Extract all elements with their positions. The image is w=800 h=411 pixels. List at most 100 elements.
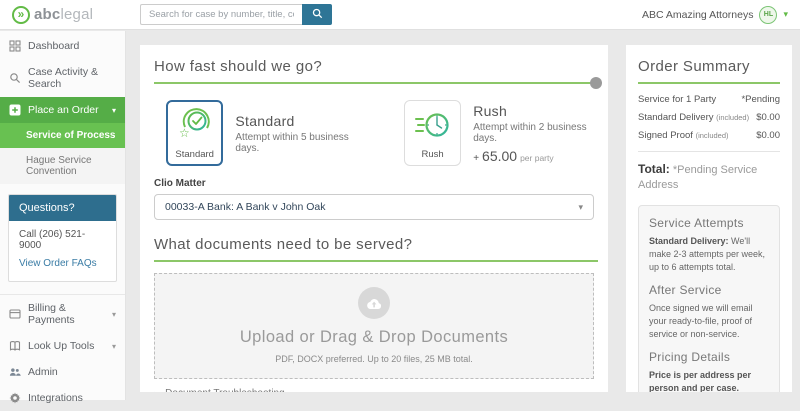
pricing-details-title: Pricing Details <box>649 350 769 364</box>
pricing-details-text: Price is per address per person and per … <box>649 369 769 392</box>
troubleshooting-label: Document Troubleshooting <box>165 388 285 392</box>
dashboard-icon <box>9 40 21 52</box>
sidebar-item-look-up-tools[interactable]: Look Up Tools ▾ <box>0 333 125 359</box>
document-dropzone[interactable]: Upload or Drag & Drop Documents PDF, DOC… <box>154 273 594 379</box>
clio-matter-select[interactable]: 00033-A Bank: A Bank v John Oak ▾ <box>154 194 594 220</box>
rush-card[interactable]: Rush <box>404 100 461 166</box>
view-order-faqs-link[interactable]: View Order FAQs <box>19 258 97 269</box>
summary-note: (included) <box>716 113 749 122</box>
speed-options: ☆ Standard Standard Attempt within 5 bus… <box>166 100 594 166</box>
avatar: HL <box>759 6 777 24</box>
sidebar-label: Look Up Tools <box>28 340 94 352</box>
rush-clock-icon <box>414 107 452 148</box>
plus-square-icon <box>9 104 21 116</box>
search-icon <box>312 7 323 22</box>
sidebar-item-case-activity[interactable]: Case Activity & Search <box>0 59 125 97</box>
people-icon <box>9 366 21 378</box>
top-header: » abclegal ABC Amazing Attorneys HL ▾ <box>0 0 800 30</box>
sidebar-item-hague-service-convention[interactable]: Hague Service Convention <box>0 148 125 184</box>
service-info-box: Service Attempts Standard Delivery: We'l… <box>638 205 780 392</box>
speed-option-standard[interactable]: ☆ Standard Standard Attempt within 5 bus… <box>166 100 356 166</box>
logo-chevrons-icon: » <box>12 6 30 24</box>
order-total: Total: *Pending Service Address <box>638 151 780 193</box>
service-attempts-text: Standard Delivery: We'll make 2-3 attemp… <box>649 235 769 274</box>
sidebar-label: Service of Process <box>26 130 116 141</box>
standard-card-label: Standard <box>175 149 214 160</box>
sidebar-label: Admin <box>28 366 58 378</box>
sidebar-item-billing-payments[interactable]: Billing & Payments ▾ <box>0 294 125 333</box>
main-area: How fast should we go? <box>126 31 609 400</box>
after-service-text: Once signed we will email your ready-to-… <box>649 302 769 341</box>
logo-text-abc: abc <box>34 6 60 23</box>
total-label: Total: <box>638 162 670 176</box>
sidebar-label: Hague Service Convention <box>26 155 116 177</box>
sidebar-item-admin[interactable]: Admin <box>0 359 125 385</box>
summary-value: *Pending <box>741 94 780 105</box>
chevron-down-icon: ▾ <box>112 310 116 319</box>
section-divider <box>154 260 598 262</box>
sidebar: Dashboard Case Activity & Search Place a… <box>0 31 126 400</box>
service-attempts-title: Service Attempts <box>649 216 769 230</box>
sidebar-label: Place an Order <box>28 104 99 116</box>
account-menu[interactable]: ABC Amazing Attorneys HL ▾ <box>642 6 788 24</box>
summary-row: Signed Proof (included) $0.00 <box>638 130 780 141</box>
rush-price-value: 65.00 <box>482 148 517 164</box>
order-summary-panel: Order Summary Service for 1 Party *Pendi… <box>626 45 792 392</box>
sidebar-item-dashboard[interactable]: Dashboard <box>0 33 125 59</box>
app: » abclegal ABC Amazing Attorneys HL ▾ <box>0 0 800 400</box>
logo-text-legal: legal <box>60 6 93 23</box>
questions-title: Questions? <box>9 195 116 221</box>
documents-section-title: What documents need to be served? <box>154 236 594 253</box>
sidebar-item-service-of-process[interactable]: Service of Process <box>0 123 125 148</box>
upload-title: Upload or Drag & Drop Documents <box>155 328 593 347</box>
summary-value: $0.00 <box>756 112 780 123</box>
sidebar-item-integrations[interactable]: Integrations <box>0 385 125 411</box>
sidebar-label: Dashboard <box>28 40 79 52</box>
summary-row: Standard Delivery (included) $0.00 <box>638 112 780 123</box>
rush-card-label: Rush <box>422 149 444 160</box>
service-attempts-bold: Standard Delivery: <box>649 236 729 246</box>
rush-title: Rush <box>473 103 594 119</box>
chevron-down-icon: ▾ <box>112 106 116 115</box>
summary-value: $0.00 <box>756 130 780 141</box>
upload-cloud-icon <box>358 287 390 319</box>
standard-clock-icon: ☆ <box>176 107 214 148</box>
sidebar-label: Integrations <box>28 392 83 404</box>
after-service-title: After Service <box>649 283 769 297</box>
standard-title: Standard <box>235 113 356 129</box>
chevron-down-icon: ▾ <box>112 342 116 351</box>
search-button[interactable] <box>302 4 332 25</box>
questions-phone: Call (206) 521-9000 <box>19 229 106 251</box>
questions-card: Questions? Call (206) 521-9000 View Orde… <box>8 194 117 282</box>
scroll-dot <box>590 77 602 89</box>
search-icon <box>9 72 21 84</box>
gear-icon <box>9 392 21 404</box>
book-icon <box>9 340 21 352</box>
section-divider <box>638 82 780 84</box>
standard-card[interactable]: ☆ Standard <box>166 100 223 166</box>
clio-matter-field: Clio Matter 00033-A Bank: A Bank v John … <box>154 178 594 220</box>
rush-price-prefix: + <box>473 153 479 164</box>
chevron-down-icon: ▾ <box>578 202 583 213</box>
summary-row: Service for 1 Party *Pending <box>638 94 780 105</box>
case-search <box>140 4 332 25</box>
document-troubleshooting-link[interactable]: ▶ Document Troubleshooting <box>154 388 594 392</box>
speed-option-rush[interactable]: Rush Rush Attempt within 2 business days… <box>404 100 594 166</box>
standard-description: Attempt within 5 business days. <box>235 132 356 154</box>
abclegal-logo[interactable]: » abclegal <box>12 6 130 24</box>
summary-label: Service for 1 Party <box>638 94 716 105</box>
summary-label: Signed Proof <box>638 130 693 141</box>
sidebar-item-place-an-order[interactable]: Place an Order ▾ <box>0 97 125 123</box>
search-input[interactable] <box>140 4 302 25</box>
billing-icon <box>9 308 21 320</box>
chevron-down-icon: ▾ <box>783 10 788 19</box>
speed-section-title: How fast should we go? <box>154 58 594 75</box>
rush-description: Attempt within 2 business days. <box>473 122 594 144</box>
clio-matter-value: 00033-A Bank: A Bank v John Oak <box>165 201 326 213</box>
triangle-right-icon: ▶ <box>154 390 160 392</box>
pricing-details-bold: Price is per address per person and per … <box>649 370 751 392</box>
clio-matter-label: Clio Matter <box>154 178 594 189</box>
rush-price-unit: per party <box>520 153 554 163</box>
order-form-card: How fast should we go? <box>140 45 608 392</box>
svg-text:☆: ☆ <box>179 126 190 140</box>
